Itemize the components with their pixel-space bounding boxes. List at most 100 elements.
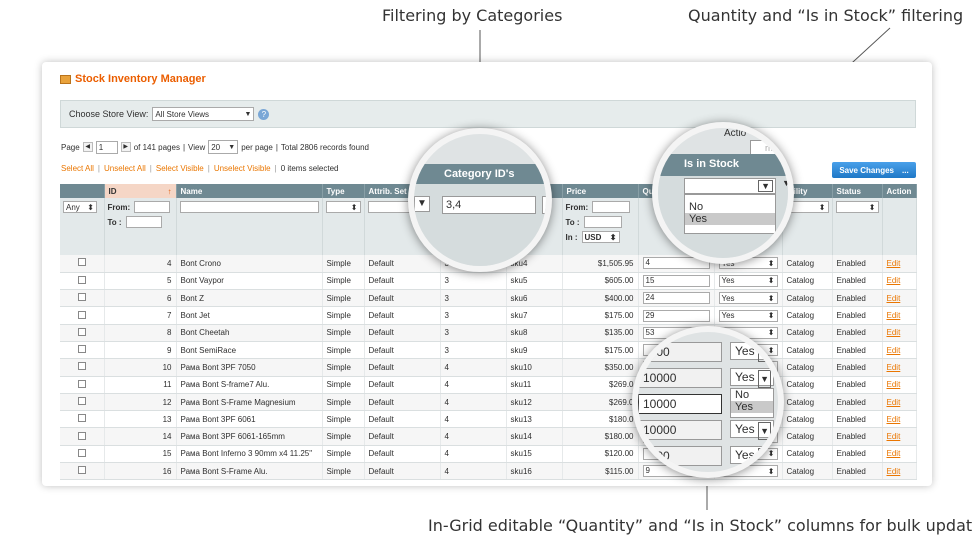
row-checkbox[interactable]: [77, 466, 86, 475]
save-changes-button[interactable]: Save Changes ...: [832, 162, 916, 178]
stock-option-yes[interactable]: Yes: [685, 213, 775, 225]
stock-option-no[interactable]: No: [685, 195, 775, 213]
unselect-all-link[interactable]: Unselect All: [104, 164, 146, 173]
stock-select[interactable]: Yes ⬍: [718, 274, 778, 287]
col-id[interactable]: ID ↑: [104, 184, 177, 198]
zoom-option-no[interactable]: No: [731, 389, 773, 401]
cell-id: 10: [104, 358, 177, 377]
zoom-qty-input[interactable]: 10000: [638, 420, 722, 440]
zoom-qty-input[interactable]: 3000: [638, 446, 722, 466]
store-view-select[interactable]: All Store Views ▼: [152, 107, 255, 121]
zoom-option-yes[interactable]: Yes: [731, 401, 773, 413]
zoom-sku-input[interactable]: [542, 196, 546, 214]
cell-category: 4: [440, 358, 507, 377]
per-page-select[interactable]: 20 ▼: [208, 140, 239, 154]
col-name[interactable]: Name: [176, 184, 323, 198]
price-from-input[interactable]: [592, 201, 631, 213]
col-type[interactable]: Type: [322, 184, 365, 198]
zoom-category-input[interactable]: 3,4: [442, 196, 536, 214]
col-status[interactable]: Status: [832, 184, 883, 198]
row-checkbox[interactable]: [77, 327, 86, 336]
any-value: Any: [66, 202, 80, 212]
row-checkbox-cell: [60, 272, 105, 291]
chevron-down-icon[interactable]: ▼: [414, 196, 430, 212]
id-to-input[interactable]: [125, 216, 162, 228]
chevron-down-icon: ▼: [758, 370, 771, 388]
edit-link[interactable]: Edit: [887, 449, 901, 458]
currency-select[interactable]: USD ⬍: [581, 231, 620, 243]
row-checkbox-cell: [60, 376, 105, 394]
row-checkbox[interactable]: [77, 362, 86, 371]
edit-link[interactable]: Edit: [887, 415, 901, 424]
edit-link[interactable]: Edit: [887, 346, 901, 355]
name-filter-input[interactable]: [179, 201, 319, 213]
table-row: 8 Bont Cheetah Simple Default 3 sku8 $135.00 53…: [60, 324, 917, 342]
price-to-input[interactable]: [583, 216, 622, 228]
cell-price: $175.00: [562, 306, 639, 325]
next-page-icon[interactable]: ▶: [120, 142, 131, 152]
id-from-input[interactable]: [134, 201, 171, 213]
edit-link[interactable]: Edit: [887, 363, 901, 372]
row-checkbox[interactable]: [77, 414, 86, 423]
row-checkbox[interactable]: [77, 397, 86, 406]
zoom-stock-value: Yes: [735, 370, 755, 384]
row-checkbox[interactable]: [77, 258, 86, 267]
cell-price: $1,505.95: [562, 255, 639, 273]
page-input[interactable]: 1: [95, 140, 118, 154]
cell-visibility: Catalog: [782, 324, 833, 342]
qty-input[interactable]: 15: [642, 274, 710, 287]
zoom-stock-select[interactable]: Yes ▼: [730, 420, 774, 440]
row-checkbox-cell: [60, 445, 105, 464]
box-icon: [60, 74, 71, 84]
any-select[interactable]: Any ⬍: [63, 201, 97, 213]
edit-link[interactable]: Edit: [887, 380, 901, 389]
cell-id: 7: [104, 306, 177, 325]
zoom-stock-select[interactable]: Yes ▼: [730, 342, 774, 362]
row-checkbox[interactable]: [77, 310, 86, 319]
qty-input[interactable]: 29: [642, 309, 710, 322]
edit-link[interactable]: Edit: [887, 294, 901, 303]
stock-select[interactable]: Yes ⬍: [718, 309, 778, 322]
zoom-stock-value: Yes: [735, 448, 755, 462]
chevron-down-icon: ▼: [758, 180, 773, 192]
col-price[interactable]: Price: [562, 184, 639, 198]
save-changes-label: Save Changes: [839, 165, 895, 175]
row-checkbox[interactable]: [77, 345, 86, 354]
zoom-visibility-select[interactable]: ▼: [782, 178, 788, 188]
edit-link[interactable]: Edit: [887, 467, 901, 476]
cell-price: $350.00: [562, 358, 639, 377]
more-icon[interactable]: ...: [902, 166, 909, 175]
stock-select[interactable]: Yes ⬍: [718, 292, 778, 305]
separator: |: [274, 164, 277, 173]
cell-sku: sku7: [506, 306, 563, 325]
status-filter-select[interactable]: ⬍: [835, 201, 879, 213]
qty-input[interactable]: 24: [642, 292, 710, 305]
sort-arrow-icon: ↑: [167, 186, 172, 196]
prev-page-icon[interactable]: ◀: [82, 142, 93, 152]
unselect-visible-link[interactable]: Unselect Visible: [214, 164, 271, 173]
type-filter-select[interactable]: ⬍: [325, 201, 361, 213]
row-checkbox[interactable]: [77, 379, 86, 388]
row-checkbox[interactable]: [77, 275, 86, 284]
row-checkbox[interactable]: [77, 293, 86, 302]
select-visible-link[interactable]: Select Visible: [156, 164, 204, 173]
col-checkbox: [60, 184, 105, 198]
edit-link[interactable]: Edit: [887, 276, 901, 285]
edit-link[interactable]: Edit: [887, 432, 901, 441]
zoom-stock-select[interactable]: Yes ▼: [730, 368, 774, 388]
zoom-qty-input[interactable]: 1000: [638, 342, 722, 362]
edit-link[interactable]: Edit: [887, 311, 901, 320]
row-checkbox[interactable]: [77, 431, 86, 440]
cell-visibility: Catalog: [782, 306, 833, 325]
zoom-qty-input[interactable]: 10000: [638, 394, 722, 414]
callout-bulk-update: In-Grid editable “Quantity” and “Is in S…: [428, 516, 972, 535]
edit-link[interactable]: Edit: [887, 259, 901, 268]
edit-link[interactable]: Edit: [887, 328, 901, 337]
zoom-qty-input[interactable]: 10000: [638, 368, 722, 388]
row-checkbox[interactable]: [77, 448, 86, 457]
zoom-stock-select[interactable]: Yes ▼: [730, 446, 774, 466]
select-all-link[interactable]: Select All: [61, 164, 94, 173]
zoom-stock-select[interactable]: ▼: [684, 178, 776, 194]
edit-link[interactable]: Edit: [887, 398, 901, 407]
help-icon[interactable]: ?: [258, 108, 270, 120]
